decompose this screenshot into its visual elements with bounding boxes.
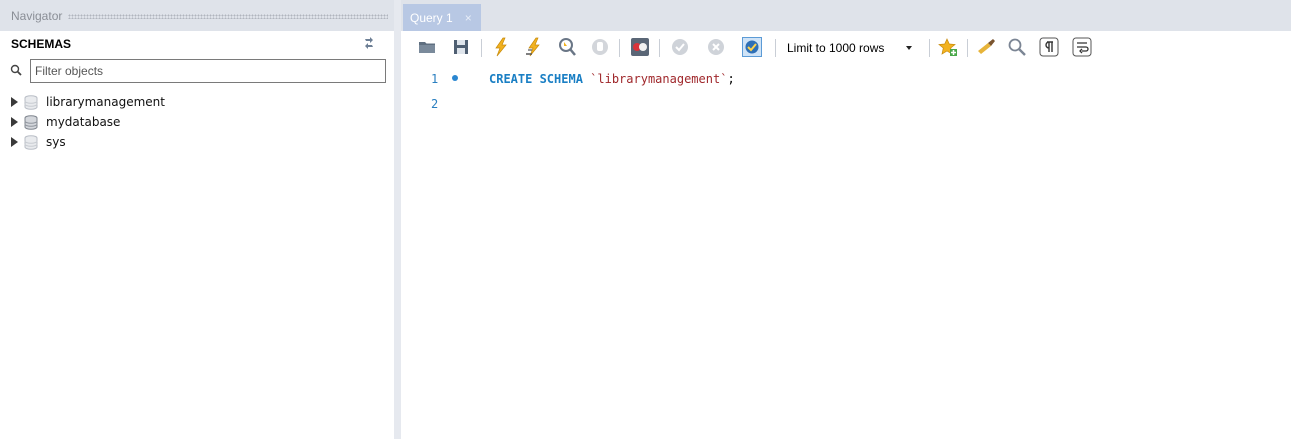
line-number: 2: [431, 97, 439, 111]
explain-icon[interactable]: [557, 37, 577, 57]
limit-rows-select[interactable]: Limit to 1000 rows: [784, 38, 914, 58]
search-icon: [10, 64, 22, 76]
navigator-drag-handle[interactable]: [68, 14, 388, 19]
sql-editor[interactable]: 1 2 CREATE SCHEMA `librarymanagement`;: [401, 64, 1291, 439]
open-folder-icon[interactable]: [417, 37, 437, 57]
execute-current-icon[interactable]: [524, 37, 544, 57]
schema-item-sys[interactable]: sys: [11, 132, 165, 152]
sql-identifier: `librarymanagement`: [590, 72, 728, 86]
rollback-icon[interactable]: [706, 37, 726, 57]
schemas-label: SCHEMAS: [11, 37, 72, 51]
database-icon: [24, 94, 38, 110]
statement-marker-icon: [452, 75, 458, 81]
sql-terminator: ;: [727, 72, 735, 86]
sql-editor-toolbar: Limit to 1000 rows: [401, 31, 1291, 64]
chevron-down-icon: [906, 46, 912, 50]
schema-name: librarymanagement: [46, 95, 165, 109]
schema-name: mydatabase: [46, 115, 121, 129]
code-line[interactable]: CREATE SCHEMA `librarymanagement`;: [489, 72, 735, 86]
panel-splitter[interactable]: [394, 0, 401, 439]
database-icon: [24, 134, 38, 150]
save-icon[interactable]: [451, 37, 471, 57]
word-wrap-icon[interactable]: [1072, 37, 1092, 57]
expand-arrow-icon[interactable]: [11, 117, 18, 127]
toolbar-separator: [481, 39, 482, 57]
toolbar-separator: [929, 39, 930, 57]
sql-keyword: CREATE SCHEMA: [489, 72, 583, 86]
autocommit-icon[interactable]: [742, 37, 762, 57]
navigator-panel: Navigator SCHEMAS librarymanagement: [0, 0, 394, 439]
add-snippet-icon[interactable]: [938, 37, 958, 57]
line-number: 1: [431, 72, 439, 86]
schema-item-librarymanagement[interactable]: librarymanagement: [11, 92, 165, 112]
invisible-chars-icon[interactable]: [1039, 37, 1059, 57]
schema-item-mydatabase[interactable]: mydatabase: [11, 112, 165, 132]
tab-query-1[interactable]: Query 1 ×: [403, 4, 481, 31]
expand-arrow-icon[interactable]: [11, 97, 18, 107]
schema-name: sys: [46, 135, 66, 149]
tab-label: Query 1: [410, 10, 453, 25]
limit-rows-label: Limit to 1000 rows: [787, 41, 885, 55]
editor-tab-bar: Query 1 ×: [401, 0, 1291, 31]
refresh-icon[interactable]: [362, 37, 376, 49]
navigator-title: Navigator: [11, 9, 63, 23]
schema-tree: librarymanagement mydatabase sys: [11, 92, 165, 152]
toggle-error-icon[interactable]: [630, 37, 650, 57]
database-icon: [24, 114, 38, 130]
toolbar-separator: [967, 39, 968, 57]
commit-icon[interactable]: [670, 37, 690, 57]
execute-icon[interactable]: [491, 37, 511, 57]
beautify-icon[interactable]: [976, 37, 996, 57]
toolbar-separator: [659, 39, 660, 57]
filter-objects-input[interactable]: [30, 59, 386, 83]
toolbar-separator: [775, 39, 776, 57]
toolbar-separator: [619, 39, 620, 57]
find-icon[interactable]: [1007, 37, 1027, 57]
expand-arrow-icon[interactable]: [11, 137, 18, 147]
stop-icon[interactable]: [590, 37, 610, 57]
close-icon[interactable]: ×: [465, 11, 472, 25]
navigator-header: Navigator: [0, 0, 394, 31]
